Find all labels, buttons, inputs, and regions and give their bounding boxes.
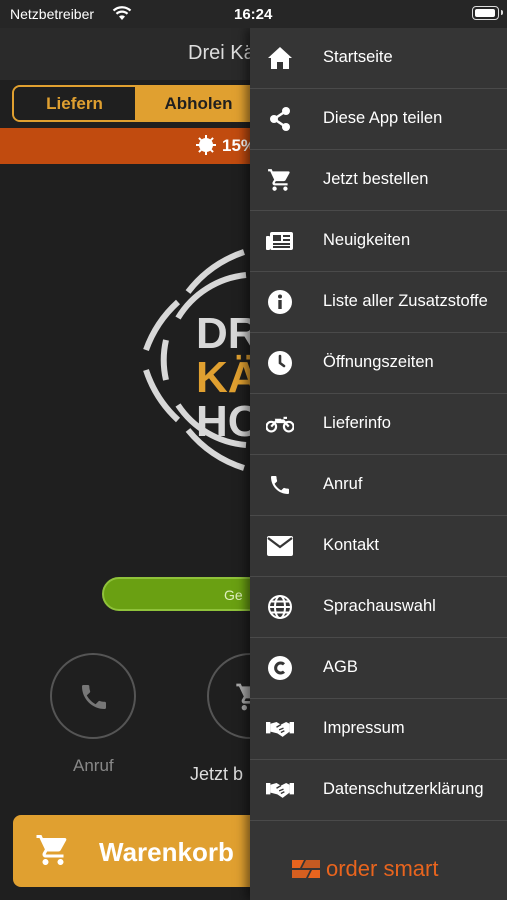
menu-item-label: Kontakt: [323, 536, 379, 554]
copyright-icon: [266, 655, 294, 681]
menu-item-contact[interactable]: Kontakt: [250, 516, 507, 577]
order-action-label: Jetzt b: [190, 764, 244, 784]
wifi-icon: [112, 6, 132, 20]
brand-name: order smart: [326, 856, 439, 881]
menu-item-home[interactable]: Startseite: [250, 28, 507, 89]
globe-icon: [266, 594, 294, 620]
menu-item-terms[interactable]: AGB: [250, 638, 507, 699]
carrier-label: Netzbetreiber: [10, 6, 95, 22]
cart-button-label: Warenkorb: [99, 837, 234, 867]
handshake-icon: [266, 716, 294, 742]
brand-footer[interactable]: order smart: [290, 856, 470, 882]
call-action-label: Anruf: [73, 756, 114, 775]
menu-item-label: Liste aller Zusatzstoffe: [323, 292, 488, 310]
handshake-icon: [266, 777, 294, 803]
menu-item-order-now[interactable]: Jetzt bestellen: [250, 150, 507, 211]
menu-item-language[interactable]: Sprachauswahl: [250, 577, 507, 638]
clock-time: 16:24: [234, 6, 273, 23]
home-icon: [266, 45, 294, 71]
menu-item-label: Neuigkeiten: [323, 231, 411, 249]
clock-icon: [266, 350, 294, 376]
menu-item-label: Diese App teilen: [323, 109, 443, 127]
menu-item-delivery-info[interactable]: Lieferinfo: [250, 394, 507, 455]
deliver-option[interactable]: Liefern: [14, 87, 137, 120]
restaurant-title: Drei Kä: [188, 42, 255, 64]
menu-item-label: Impressum: [323, 719, 405, 737]
battery-icon: [472, 6, 503, 20]
cart-icon: [36, 835, 67, 865]
menu-item-share[interactable]: Diese App teilen: [250, 89, 507, 150]
navigation-drawer: Startseite Diese App teilen Jetzt bestel…: [250, 28, 507, 900]
badge-icon: [196, 135, 216, 155]
menu-item-news[interactable]: Neuigkeiten: [250, 211, 507, 272]
phone-icon: [266, 472, 294, 498]
menu-item-opening-hours[interactable]: Öffnungszeiten: [250, 333, 507, 394]
menu-item-call[interactable]: Anruf: [250, 455, 507, 516]
menu-item-additives[interactable]: Liste aller Zusatzstoffe: [250, 272, 507, 333]
menu-item-label: Sprachauswahl: [323, 597, 436, 615]
menu-item-label: Datenschutzerklärung: [323, 780, 484, 798]
menu-item-privacy[interactable]: Datenschutzerklärung: [250, 760, 507, 821]
pickup-option[interactable]: Abholen: [137, 87, 260, 120]
status-bar: Netzbetreiber 16:24: [0, 0, 507, 28]
menu-item-label: Anruf: [323, 475, 363, 493]
call-action-button[interactable]: [50, 653, 136, 739]
menu-item-label: Lieferinfo: [323, 414, 391, 432]
info-icon: [266, 289, 294, 315]
cart-icon: [266, 167, 294, 193]
phone-icon: [82, 685, 106, 709]
newspaper-icon: [266, 228, 294, 254]
open-status-label: Ge: [224, 587, 243, 603]
menu-item-imprint[interactable]: Impressum: [250, 699, 507, 760]
envelope-icon: [266, 533, 294, 559]
share-icon: [266, 106, 294, 132]
menu-item-label: Startseite: [323, 48, 393, 66]
order-smart-logo-icon: [292, 860, 320, 878]
menu-item-label: AGB: [323, 658, 358, 676]
menu-item-label: Öffnungszeiten: [323, 353, 434, 371]
menu-item-label: Jetzt bestellen: [323, 170, 429, 188]
motorcycle-icon: [266, 411, 294, 437]
